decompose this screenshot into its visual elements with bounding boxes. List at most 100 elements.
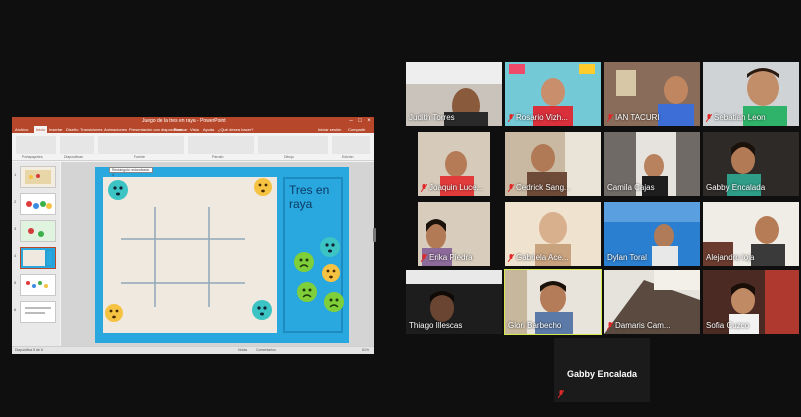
muted-mic-icon xyxy=(558,390,564,398)
ribbon-label-drawing: Dibujo xyxy=(284,155,294,159)
paragraph-group[interactable] xyxy=(188,136,254,154)
sign-in-link[interactable]: Iniciar sesión xyxy=(318,127,341,132)
muted-mic-icon xyxy=(607,322,613,330)
video-tile[interactable]: Sebatian Leon xyxy=(703,62,799,126)
menu-transiciones[interactable]: Transiciones xyxy=(80,127,103,132)
participant-name: Gabriela Ace... xyxy=(516,253,569,262)
slide-thumbnail-selected[interactable] xyxy=(20,247,56,269)
slide-thumbnail[interactable] xyxy=(20,193,56,215)
participant-name: Sebatian Leon xyxy=(714,113,766,122)
slide-thumbnail[interactable] xyxy=(20,220,56,242)
participant-name: Cedrick Sang... xyxy=(516,183,571,192)
drawing-group[interactable] xyxy=(258,136,328,154)
participant-name: Gabby Encalada xyxy=(706,183,766,192)
yellow-face-token-icon[interactable] xyxy=(104,303,124,323)
participant-name: Thiago Illescas xyxy=(409,321,463,330)
video-tile-active-speaker[interactable]: Glori Barbecho xyxy=(504,269,602,335)
slides-group[interactable] xyxy=(60,136,94,154)
tell-me-search[interactable]: ¿Qué desea hacer? xyxy=(218,127,253,132)
zoom-meeting-window: Juego de la tres en raya - PowerPoint – … xyxy=(0,0,801,417)
muted-mic-icon xyxy=(421,184,427,192)
thumb-number: 6 xyxy=(14,307,17,312)
thumb-number: 3 xyxy=(14,226,17,231)
video-tile[interactable]: Thiago Illescas xyxy=(406,270,502,334)
muted-mic-icon xyxy=(508,254,514,262)
participant-name: Sofia Cuzco xyxy=(706,321,750,330)
notes-button[interactable]: Notas xyxy=(238,348,247,352)
participant-name: Judith Torres xyxy=(409,113,455,122)
green-face-token-icon[interactable] xyxy=(293,251,315,273)
menu-ayuda[interactable]: Ayuda xyxy=(203,127,214,132)
muted-mic-icon xyxy=(706,114,712,122)
cyan-face-token-icon[interactable] xyxy=(107,179,129,201)
menu-revisar[interactable]: Revisar xyxy=(174,127,188,132)
participant-name: Camila Cajas xyxy=(607,183,655,192)
cyan-face-token-icon[interactable] xyxy=(319,236,341,258)
close-icon[interactable]: × xyxy=(366,118,372,124)
thumb-number: 4 xyxy=(14,253,17,258)
yellow-face-token-icon[interactable] xyxy=(321,263,341,283)
menu-animaciones[interactable]: Animaciones xyxy=(104,127,127,132)
muted-mic-icon xyxy=(607,114,613,122)
muted-mic-icon xyxy=(508,184,514,192)
spotlight-video-off-tile[interactable]: Gabby Encalada xyxy=(554,338,650,402)
video-tile[interactable]: Gabby Encalada xyxy=(703,132,799,196)
menu-inicio[interactable]: Inicio xyxy=(34,126,48,133)
current-slide[interactable]: Tres en raya xyxy=(95,167,349,343)
participant-name: Erika Piedra xyxy=(429,253,473,262)
cyan-face-token-icon[interactable] xyxy=(251,299,273,321)
thumb-number: 5 xyxy=(14,280,17,285)
ribbon-label-font: Fuente xyxy=(134,155,145,159)
slide-editing-area[interactable]: Tres en raya Rectángulo redondeado 4 xyxy=(61,162,374,346)
slide-counter: Diapositiva 5 de 6 xyxy=(15,348,43,352)
slide-thumbnail[interactable] xyxy=(20,274,56,296)
video-tile[interactable]: Erika Piedra xyxy=(418,202,490,266)
video-tile[interactable]: Judith Torres xyxy=(406,62,502,126)
ribbon-label-slides: Diapositivas xyxy=(64,155,83,159)
video-tile[interactable]: Alejandro loja xyxy=(703,202,799,266)
font-group[interactable] xyxy=(98,136,184,154)
video-tile[interactable]: IAN TACURI xyxy=(604,62,700,126)
editing-group[interactable] xyxy=(332,136,370,154)
ppt-status-bar: Diapositiva 5 de 6 Notas Comentarios 61% xyxy=(12,346,374,354)
participant-name: Damaris Cam... xyxy=(615,321,671,330)
ppt-menu-bar: Archivo Inicio Insertar Diseño Transicio… xyxy=(12,126,374,133)
participant-name: Alejandro loja xyxy=(706,253,755,262)
ribbon-label-clipboard: Portapapeles xyxy=(22,155,43,159)
selection-tooltip: Rectángulo redondeado 4 xyxy=(109,167,153,177)
video-tile[interactable]: Camila Cajas xyxy=(604,132,700,196)
ribbon-label-editing: Edición xyxy=(342,155,354,159)
participant-name: Glori Barbecho xyxy=(508,321,562,330)
minimize-icon[interactable]: – xyxy=(348,118,354,124)
ppt-ribbon: Portapapeles Diapositivas Fuente Párrafo… xyxy=(12,133,374,161)
green-face-token-icon[interactable] xyxy=(296,281,318,303)
video-tile[interactable]: Gabriela Ace... xyxy=(505,202,601,266)
thumb-number: 2 xyxy=(14,199,17,204)
maximize-icon[interactable]: □ xyxy=(357,118,363,124)
video-tile[interactable]: Joaquin Luce... xyxy=(418,132,490,196)
slide-thumbnail[interactable] xyxy=(20,301,56,323)
muted-mic-icon xyxy=(421,254,427,262)
yellow-face-token-icon[interactable] xyxy=(253,177,273,197)
video-tile[interactable]: Cedrick Sang... xyxy=(505,132,601,196)
slide-thumbnail-pane: 1 2 3 4 5 6 xyxy=(12,162,60,346)
green-face-token-icon[interactable] xyxy=(323,291,345,313)
comments-button[interactable]: Comentarios xyxy=(256,348,276,352)
video-tile[interactable]: Rosario Vizh... xyxy=(505,62,601,126)
slide-side-title: Tres en raya xyxy=(289,183,330,211)
video-tile[interactable]: Sofia Cuzco xyxy=(703,270,799,334)
video-tile[interactable]: Dylan Toral xyxy=(604,202,700,266)
video-tile[interactable]: Damaris Cam... xyxy=(604,270,700,334)
menu-vista[interactable]: Vista xyxy=(190,127,199,132)
share-button[interactable]: Compartir xyxy=(348,127,366,132)
menu-diseno[interactable]: Diseño xyxy=(66,127,78,132)
ppt-window-title: Juego de la tres en raya - PowerPoint xyxy=(142,118,226,124)
menu-archivo[interactable]: Archivo xyxy=(15,127,28,132)
split-view-drag-handle[interactable] xyxy=(373,228,376,242)
slide-thumbnail[interactable] xyxy=(20,166,56,188)
zoom-level[interactable]: 61% xyxy=(362,348,369,352)
menu-insertar[interactable]: Insertar xyxy=(49,127,63,132)
clipboard-group[interactable] xyxy=(16,136,56,154)
spotlight-name: Gabby Encalada xyxy=(566,369,638,379)
shared-screen-powerpoint[interactable]: Juego de la tres en raya - PowerPoint – … xyxy=(12,117,374,354)
